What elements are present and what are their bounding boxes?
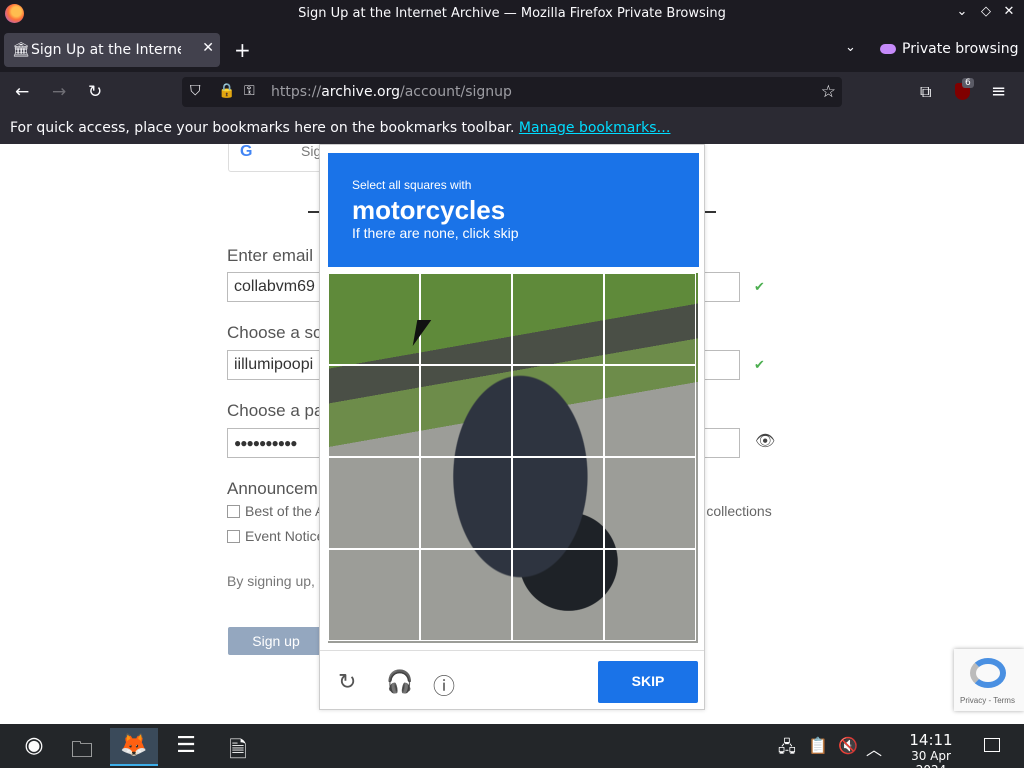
text-editor-taskbar-icon[interactable]: 🗎 xyxy=(214,728,262,766)
clipboard-icon[interactable]: 📋 xyxy=(808,736,828,755)
bookmarks-toolbar: For quick access, place your bookmarks h… xyxy=(0,112,1024,144)
grid-tile[interactable] xyxy=(604,365,696,457)
bookmarks-message: For quick access, place your bookmarks h… xyxy=(10,120,515,136)
grid-tile[interactable] xyxy=(328,365,420,457)
url-text[interactable]: https://archive.org/account/signup xyxy=(271,84,512,100)
volume-muted-icon[interactable]: 🔇 xyxy=(838,736,858,755)
valid-check-icon: ✔ xyxy=(754,357,765,372)
clock-time: 14:11 xyxy=(909,731,953,749)
private-browsing-indicator: Private browsing xyxy=(880,41,1019,57)
grid-tile[interactable] xyxy=(420,365,512,457)
grid-tile[interactable] xyxy=(512,549,604,641)
recaptcha-privacy-terms[interactable]: Privacy - Terms xyxy=(960,696,1015,705)
tab-signup[interactable]: 🏛 Sign Up at the Internet Archive ✕ xyxy=(4,33,220,67)
announcements-label: Announcem xyxy=(227,479,318,498)
email-label: Enter email xyxy=(227,246,313,265)
start-menu-icon[interactable]: ◉ xyxy=(10,728,58,766)
tray-expand-icon[interactable]: ︿ xyxy=(866,736,882,760)
forward-icon[interactable]: → xyxy=(52,82,66,102)
private-mask-icon xyxy=(880,44,896,54)
grid-tile[interactable] xyxy=(604,549,696,641)
recaptcha-badge[interactable]: Privacy - Terms xyxy=(954,649,1024,711)
info-icon[interactable]: ⓘ xyxy=(433,669,455,701)
file-manager-icon[interactable]: 🗀 xyxy=(58,728,106,766)
terms-text: By signing up, y xyxy=(227,573,326,589)
clock-date: 30 Apr 2024 xyxy=(911,749,951,768)
firefox-taskbar-icon[interactable]: 🦊 xyxy=(110,728,158,766)
screenname-label: Choose a sc xyxy=(227,323,322,342)
close-tab-icon[interactable]: ✕ xyxy=(202,40,214,56)
hamburger-menu-icon[interactable]: ≡ xyxy=(991,81,1006,102)
clock[interactable]: 14:11 30 Apr 2024 xyxy=(895,731,967,768)
ublock-count-badge: 6 xyxy=(962,78,974,88)
close-window-icon[interactable]: ✕ xyxy=(999,4,1019,19)
divider xyxy=(704,211,716,213)
archive-favicon-icon: 🏛 xyxy=(12,42,30,58)
url-bar[interactable]: ⛉ 🔒 ⚿ https://archive.org/account/signup… xyxy=(182,77,842,107)
reload-challenge-icon[interactable]: ↻ xyxy=(338,669,356,695)
settings-taskbar-icon[interactable]: ☰ xyxy=(162,728,210,766)
sign-up-button[interactable]: Sign up xyxy=(228,627,324,655)
best-of-checkbox[interactable] xyxy=(227,505,240,518)
grid-tile[interactable] xyxy=(512,273,604,365)
grid-tile[interactable] xyxy=(420,457,512,549)
password-label: Choose a pa xyxy=(227,401,324,420)
challenge-footer: ↻ 🎧 ⓘ SKIP xyxy=(320,650,704,710)
grid-tile[interactable] xyxy=(328,549,420,641)
audio-challenge-icon[interactable]: 🎧 xyxy=(386,669,413,695)
show-password-eye-icon[interactable]: 👁 xyxy=(755,431,775,451)
valid-check-icon: ✔ xyxy=(754,279,765,294)
recaptcha-logo-icon xyxy=(970,658,1006,688)
event-notice-checkbox[interactable] xyxy=(227,530,240,543)
shield-icon[interactable]: ⛉ xyxy=(190,83,201,99)
best-of-label: Best of the A xyxy=(245,503,325,519)
grid-tile[interactable] xyxy=(512,457,604,549)
lock-icon[interactable]: 🔒 xyxy=(218,83,235,99)
grid-tile[interactable] xyxy=(420,549,512,641)
nav-toolbar: ← → ↻ ⛉ 🔒 ⚿ https://archive.org/account/… xyxy=(0,72,1024,112)
private-browsing-label: Private browsing xyxy=(902,41,1019,57)
window-title: Sign Up at the Internet Archive — Mozill… xyxy=(298,6,726,21)
maximize-icon[interactable]: ◇ xyxy=(976,4,996,19)
grid-tile[interactable] xyxy=(328,273,420,365)
network-icon[interactable]: 🖧 xyxy=(778,736,796,763)
recaptcha-challenge: Select all squares with motorcycles If t… xyxy=(319,144,705,710)
grid-tile[interactable] xyxy=(604,273,696,365)
challenge-header: Select all squares with motorcycles If t… xyxy=(328,153,699,267)
reload-icon[interactable]: ↻ xyxy=(88,82,102,102)
challenge-target: motorcycles xyxy=(352,195,506,225)
window-titlebar: Sign Up at the Internet Archive — Mozill… xyxy=(0,0,1024,28)
taskbar: ◉ 🗀 🦊 ☰ 🗎 🖧 📋 🔇 ︿ 14:11 30 Apr 2024 xyxy=(0,724,1024,768)
grid-tile[interactable] xyxy=(420,273,512,365)
grid-tile[interactable] xyxy=(512,365,604,457)
challenge-hint: If there are none, click skip xyxy=(352,225,519,241)
key-icon[interactable]: ⚿ xyxy=(244,83,255,99)
bookmark-star-icon[interactable]: ☆ xyxy=(821,82,836,102)
extensions-icon[interactable]: ⧉ xyxy=(920,82,931,102)
show-desktop-icon[interactable] xyxy=(984,738,1000,752)
list-tabs-icon[interactable]: ⌄ xyxy=(845,40,856,55)
google-logo-icon: G xyxy=(240,144,253,160)
minimize-icon[interactable]: ⌄ xyxy=(952,4,972,19)
manage-bookmarks-link[interactable]: Manage bookmarks… xyxy=(519,120,671,136)
grid-tile[interactable] xyxy=(328,457,420,549)
tab-title: Sign Up at the Internet Archive xyxy=(31,42,181,58)
event-notice-label: Event Notice xyxy=(245,528,325,544)
back-icon[interactable]: ← xyxy=(15,82,29,102)
skip-button[interactable]: SKIP xyxy=(598,661,698,703)
new-tab-icon[interactable]: + xyxy=(234,38,251,62)
grid-tile[interactable] xyxy=(604,457,696,549)
tab-strip: 🏛 Sign Up at the Internet Archive ✕ + ⌄ … xyxy=(0,28,1024,72)
challenge-instruction: Select all squares with xyxy=(352,178,472,192)
challenge-image-grid xyxy=(328,273,698,643)
